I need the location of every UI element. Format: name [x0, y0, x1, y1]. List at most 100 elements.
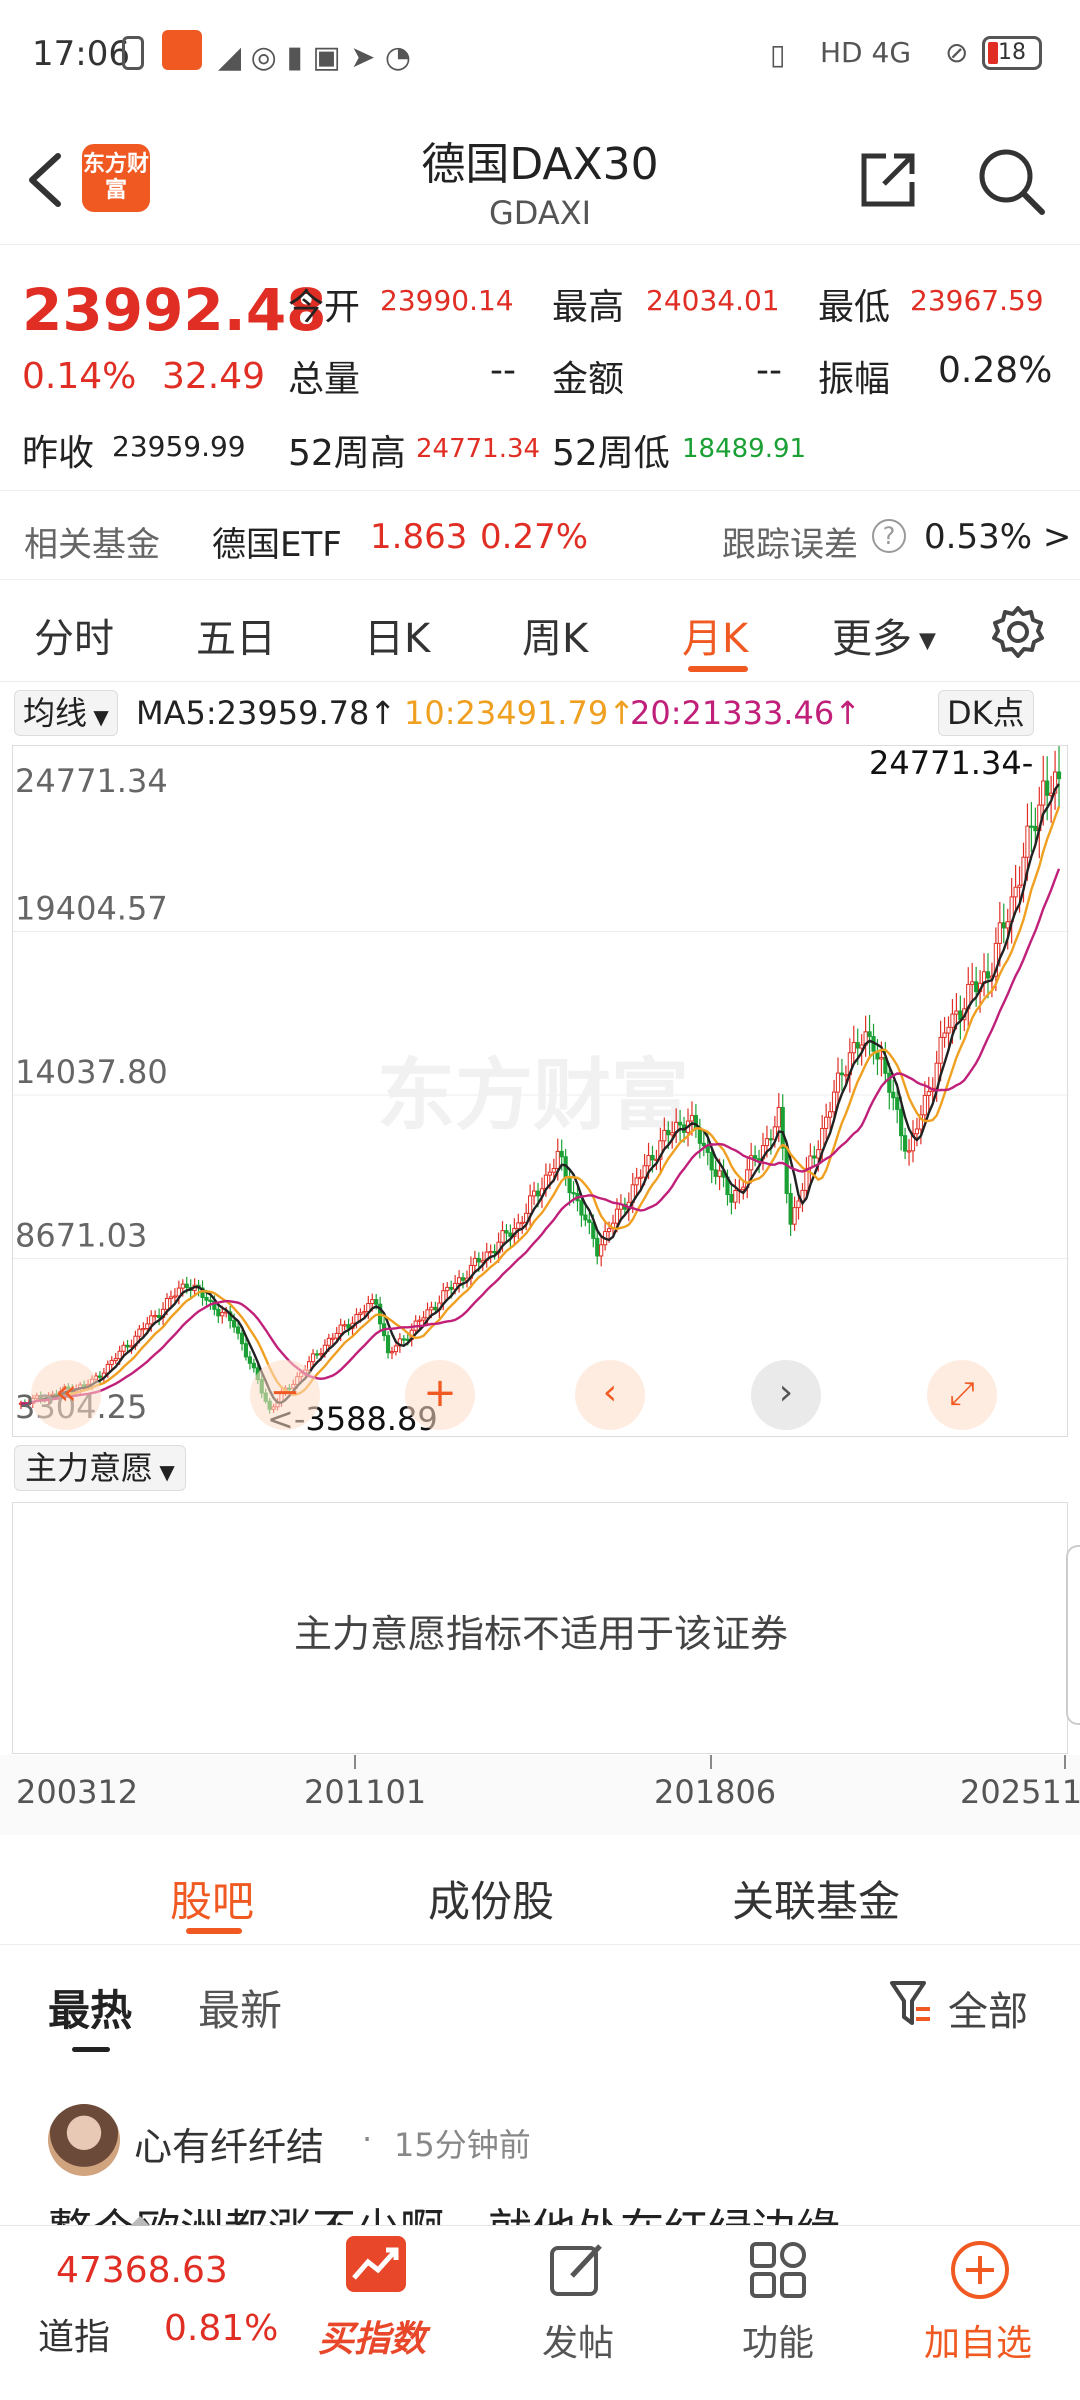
share-icon[interactable]: [856, 148, 920, 212]
candle-body: [1017, 884, 1022, 888]
x-tick: [354, 1755, 356, 1769]
candle-body: [528, 1195, 533, 1214]
candle-body: [232, 1320, 237, 1328]
candle-body: [709, 1151, 714, 1171]
candle-body: [954, 1010, 959, 1015]
candle-body: [429, 1306, 434, 1311]
zoom-out-icon[interactable]: −: [250, 1360, 320, 1430]
filter-icon[interactable]: [888, 1979, 934, 2029]
candle-body: [326, 1337, 331, 1346]
community-tabs: 股吧 成份股 关联基金: [0, 1840, 1080, 1945]
post-time: 15分钟前: [394, 2126, 531, 2164]
buy-index-button[interactable]: 买指数: [318, 2310, 426, 2362]
ma-selector[interactable]: 均线 ▼: [14, 690, 118, 736]
index-ticker-value[interactable]: 47368.63: [56, 2250, 228, 2291]
candle-body: [520, 1221, 525, 1225]
candle-body: [895, 1097, 900, 1110]
candle-body: [689, 1115, 695, 1122]
candle-body: [828, 1111, 833, 1118]
avatar[interactable]: [48, 2104, 120, 2176]
tab-stock-bar[interactable]: 股吧: [170, 1868, 254, 1929]
candle-body: [310, 1353, 316, 1363]
candle-body: [559, 1150, 564, 1158]
candle-body: [713, 1169, 718, 1177]
candle-body: [922, 1094, 927, 1116]
filter-label[interactable]: 全部: [948, 1979, 1028, 2037]
scroll-right-icon[interactable]: ›: [751, 1360, 821, 1430]
tab-new[interactable]: 最新: [198, 1977, 282, 2038]
tab-daily-k[interactable]: 日K: [364, 606, 430, 664]
search-icon[interactable]: [976, 146, 1046, 216]
tab-related-funds[interactable]: 关联基金: [732, 1868, 900, 1929]
open-value: 23990.14: [380, 284, 514, 317]
candle-body: [314, 1353, 320, 1356]
candle-body: [472, 1257, 477, 1266]
tab-constituents[interactable]: 成份股: [428, 1868, 554, 1929]
wk52-low-label: 52周低: [552, 433, 670, 474]
candle-body: [717, 1170, 722, 1177]
fund-pct: 0.27%: [480, 517, 589, 557]
tab-weekly-k[interactable]: 周K: [522, 606, 588, 664]
add-watchlist-button[interactable]: 加自选: [924, 2314, 1032, 2366]
settings-gear-icon[interactable]: [990, 604, 1046, 660]
candle-body: [393, 1345, 399, 1353]
candle-body: [670, 1132, 675, 1136]
candle-body: [662, 1129, 667, 1142]
low-label: 最低: [818, 287, 891, 328]
rewind-icon[interactable]: «: [31, 1360, 101, 1430]
fullscreen-icon[interactable]: ⤢: [927, 1360, 997, 1430]
expand-caret-icon[interactable]: [130, 2216, 150, 2226]
candle-body: [1001, 922, 1006, 929]
candle-body: [855, 1042, 860, 1049]
tab-monthly-k[interactable]: 月K: [682, 606, 748, 664]
post-author[interactable]: 心有纤纤结: [134, 2116, 324, 2171]
tab-hot[interactable]: 最热: [48, 1977, 132, 2038]
zoom-in-icon[interactable]: +: [405, 1360, 475, 1430]
notification-icons: ◢ ◎ ▮ ▣ ➤ ◔: [218, 40, 412, 75]
candle-body: [1056, 771, 1062, 780]
candle-body: [950, 1013, 955, 1028]
candle-body: [334, 1332, 339, 1339]
tracking-error-value[interactable]: 0.53% >: [924, 517, 1071, 557]
index-ticker-name[interactable]: 道指: [38, 2308, 110, 2360]
y-tick-label: 8671.03: [15, 1216, 147, 1254]
kline-chart[interactable]: 东方财富 24771.3419404.5714037.808671.033304…: [12, 744, 1069, 1438]
tab-five-day[interactable]: 五日: [196, 606, 276, 664]
candle-body: [938, 1036, 943, 1064]
candle-body: [638, 1176, 643, 1179]
tab-more[interactable]: 更多 ▼: [832, 606, 936, 664]
candle-body: [97, 1375, 103, 1378]
candle-body: [153, 1315, 158, 1318]
candle-body: [180, 1283, 185, 1289]
dnd-icon: ⊘: [945, 36, 969, 69]
functions-button[interactable]: 功能: [742, 2314, 814, 2366]
candle-body: [370, 1299, 375, 1304]
side-drawer-handle[interactable]: [1066, 1545, 1080, 1725]
candle-body: [445, 1286, 450, 1292]
tab-intraday[interactable]: 分时: [34, 606, 114, 664]
candle-body: [184, 1283, 189, 1288]
related-fund-row[interactable]: 相关基金 德国ETF 1.863 0.27% 跟踪误差 ? 0.53% >: [0, 490, 1080, 580]
candle-body: [788, 1192, 793, 1225]
candle-body: [385, 1335, 391, 1354]
fund-name[interactable]: 德国ETF: [212, 517, 342, 566]
candle-body: [488, 1250, 493, 1254]
dk-point-button[interactable]: DK点: [938, 690, 1034, 736]
sort-tabs: 最热 最新 全部: [0, 1955, 1080, 2055]
post-button[interactable]: 发帖: [542, 2314, 614, 2366]
tracking-error-label: 跟踪误差: [722, 525, 858, 565]
post-item[interactable]: 心有纤纤结 · 15分钟前 整个欧洲都涨不少啊，就他处在红绿边缘: [0, 2090, 1080, 2256]
kline-chart-svg: 东方财富 24771.3419404.5714037.808671.033304…: [13, 744, 1069, 1438]
candle-body: [535, 1190, 541, 1197]
index-ticker-pct[interactable]: 0.81%: [164, 2308, 278, 2349]
x-tick-label: 202511: [960, 1773, 1080, 1811]
indicator-selector[interactable]: 主力意愿 ▼: [14, 1445, 186, 1491]
scroll-left-icon[interactable]: ‹: [575, 1360, 645, 1430]
candle-body: [879, 1056, 884, 1060]
wk52-high-value: 24771.34: [416, 434, 541, 464]
candle-body: [906, 1150, 912, 1153]
candle-body: [555, 1150, 560, 1169]
wk52-high-label: 52周高: [288, 433, 406, 474]
help-icon[interactable]: ?: [872, 519, 906, 553]
y-tick-label: 14037.80: [15, 1053, 168, 1091]
